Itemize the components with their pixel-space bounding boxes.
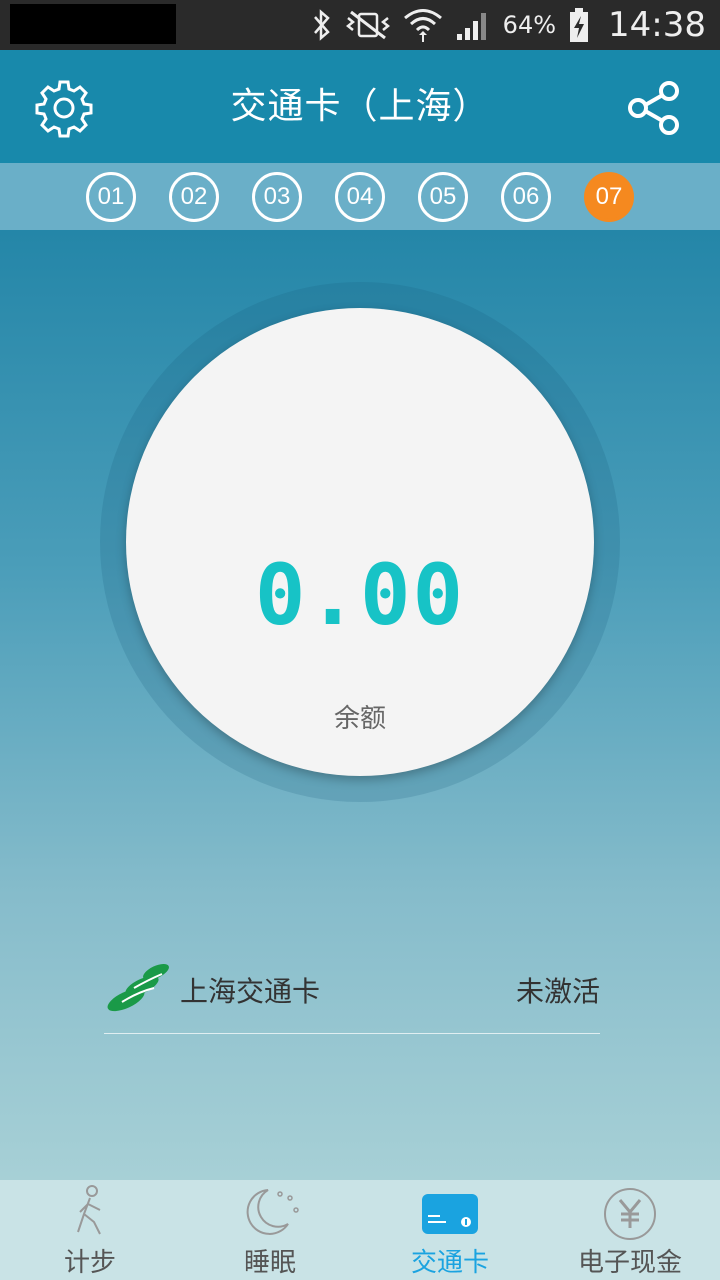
- shanghai-transport-card-logo: [107, 963, 169, 1012]
- status-icons: 64% 14:38: [311, 0, 706, 50]
- share-icon[interactable]: [624, 78, 684, 138]
- card-tab-04[interactable]: 04: [335, 171, 385, 222]
- nav-item-e-cash[interactable]: 电子现金: [540, 1180, 720, 1280]
- card-tab-06[interactable]: 06: [501, 171, 551, 222]
- nav-item-transport-card[interactable]: 交通卡: [360, 1180, 540, 1280]
- yen-icon: [604, 1188, 656, 1240]
- card-info-row[interactable]: 上海交通卡 未激活: [104, 960, 600, 1034]
- redacted-area: [10, 4, 176, 44]
- card-tab-02[interactable]: 02: [169, 171, 219, 222]
- battery-charging-icon: [570, 8, 589, 42]
- nav-label-e-cash: 电子现金: [577, 1248, 682, 1278]
- nav-item-sleep[interactable]: 睡眠: [180, 1180, 360, 1280]
- card-tab-07[interactable]: 07: [584, 171, 634, 222]
- page-title: 交通卡（上海）: [230, 86, 490, 127]
- nav-label-transport-card: 交通卡: [410, 1248, 489, 1278]
- battery-percent: 64%: [502, 11, 557, 39]
- nav-item-steps[interactable]: 计步: [0, 1180, 180, 1280]
- bottom-navigation: 计步 睡眠 交通卡 电子现金: [0, 1180, 720, 1280]
- status-bar: 64% 14:38: [0, 0, 720, 50]
- card-tab-03[interactable]: 03: [252, 171, 302, 222]
- clock: 14:38: [608, 5, 706, 45]
- balance-label: 余额: [333, 704, 386, 734]
- card-selector: 01 02 03 04 05 06 07: [0, 163, 720, 230]
- card-tab-05[interactable]: 05: [418, 171, 468, 222]
- wifi-icon: [403, 9, 442, 42]
- nav-label-sleep: 睡眠: [243, 1248, 296, 1278]
- vibrate-mute-icon: [345, 10, 390, 40]
- bluetooth-icon: [313, 9, 330, 41]
- card-status: 未激活: [515, 975, 600, 1008]
- main-content: 0.00 余额 上海交通卡 未激活: [0, 230, 720, 1180]
- moon-icon: [246, 1189, 299, 1235]
- nav-label-steps: 计步: [63, 1248, 116, 1278]
- card-tab-01[interactable]: 01: [86, 171, 136, 222]
- card-icon: [422, 1194, 478, 1234]
- walk-icon: [77, 1185, 101, 1235]
- balance-disc: 0.00 余额: [126, 308, 594, 776]
- card-name: 上海交通卡: [180, 975, 321, 1008]
- app-header: 交通卡（上海）: [0, 50, 720, 163]
- balance-amount: 0.00: [254, 546, 466, 644]
- signal-icon: [456, 13, 486, 40]
